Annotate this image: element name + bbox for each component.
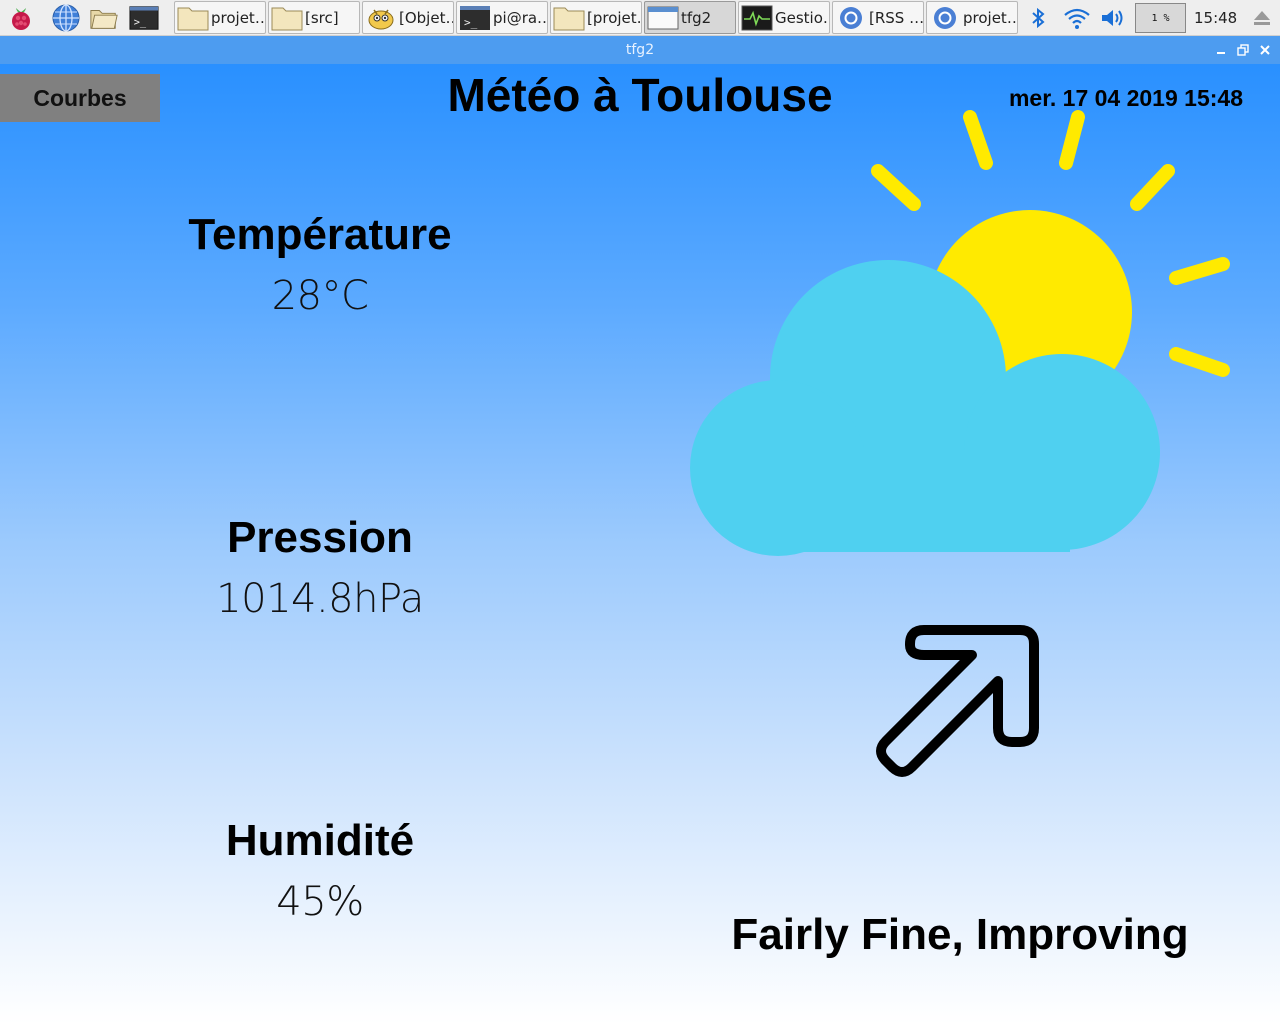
taskbar-item-label: [projet… xyxy=(587,8,641,27)
minimize-icon[interactable] xyxy=(1214,43,1228,57)
forecast-text: Fairly Fine, Improving xyxy=(731,910,1189,959)
arrow-up-right-icon xyxy=(876,625,1039,777)
taskbar-item-label: Gestio… xyxy=(775,8,829,27)
taskbar-item-label: [Objet… xyxy=(399,8,453,27)
svg-text:>_: >_ xyxy=(134,17,147,29)
web-browser-icon[interactable] xyxy=(51,3,81,33)
maximize-icon[interactable] xyxy=(1236,43,1250,57)
raspberry-menu-icon[interactable] xyxy=(6,3,36,33)
humidity-label: Humidité xyxy=(225,816,415,865)
window-titlebar[interactable]: tfg2 xyxy=(0,36,1280,64)
svg-text:>_: >_ xyxy=(464,16,478,29)
taskbar-item-projet-chromium[interactable]: projet… xyxy=(926,1,1018,34)
folder-icon xyxy=(177,5,209,31)
taskbar-clock[interactable]: 15:48 xyxy=(1194,9,1237,27)
taskbar-item-gestion[interactable]: Gestio… xyxy=(738,1,830,34)
taskbar-item-label: [src] xyxy=(305,8,339,27)
chromium-icon xyxy=(835,5,867,31)
file-manager-icon[interactable] xyxy=(89,3,119,33)
taskbar-item-label: pi@ra… xyxy=(493,8,547,27)
volume-icon[interactable] xyxy=(1098,4,1128,32)
taskbar-item-label: projet… xyxy=(211,8,265,27)
weather-app: Courbes Météo à Toulouse mer. 17 04 2019… xyxy=(0,64,1280,1024)
bluetooth-icon[interactable] xyxy=(1027,4,1049,32)
taskbar-item-label: projet… xyxy=(963,8,1017,27)
wifi-icon[interactable] xyxy=(1062,4,1092,32)
temperature-label: Température xyxy=(188,210,452,259)
taskbar-item-projet[interactable]: projet… xyxy=(174,1,266,34)
taskbar-item-projet-2[interactable]: [projet… xyxy=(550,1,642,34)
taskbar-item-tfg2[interactable]: tfg2 xyxy=(644,1,736,34)
taskbar-item-rss[interactable]: [RSS … xyxy=(832,1,924,34)
courbes-button[interactable]: Courbes xyxy=(0,74,160,122)
taskbar-item-terminal[interactable]: >_ pi@ra… xyxy=(456,1,548,34)
task-manager-icon xyxy=(741,5,773,31)
folder-icon xyxy=(271,5,303,31)
app-mascot-icon xyxy=(365,5,397,31)
terminal-icon[interactable]: >_ xyxy=(129,3,159,33)
taskbar-item-label: tfg2 xyxy=(681,8,712,27)
pressure-value: 1014.8hPa xyxy=(216,576,424,622)
cpu-usage-monitor[interactable]: 1 % xyxy=(1135,3,1186,33)
chromium-icon xyxy=(929,5,961,31)
humidity-value: 45% xyxy=(276,879,364,925)
pressure-label: Pression xyxy=(227,513,413,562)
terminal-icon: >_ xyxy=(459,5,491,31)
close-icon[interactable] xyxy=(1258,43,1272,57)
eject-icon[interactable] xyxy=(1250,4,1274,32)
taskbar-item-objet[interactable]: [Objet… xyxy=(362,1,454,34)
window-title: tfg2 xyxy=(625,42,655,58)
taskbar-item-label: [RSS … xyxy=(869,8,923,27)
taskbar: >_ projet… [src] [Objet… >_ xyxy=(0,0,1280,36)
taskbar-item-src[interactable]: [src] xyxy=(268,1,360,34)
folder-icon xyxy=(553,5,585,31)
partly-cloudy-icon xyxy=(690,110,1230,556)
temperature-value: 28°C xyxy=(271,273,369,319)
window-icon xyxy=(647,5,679,31)
